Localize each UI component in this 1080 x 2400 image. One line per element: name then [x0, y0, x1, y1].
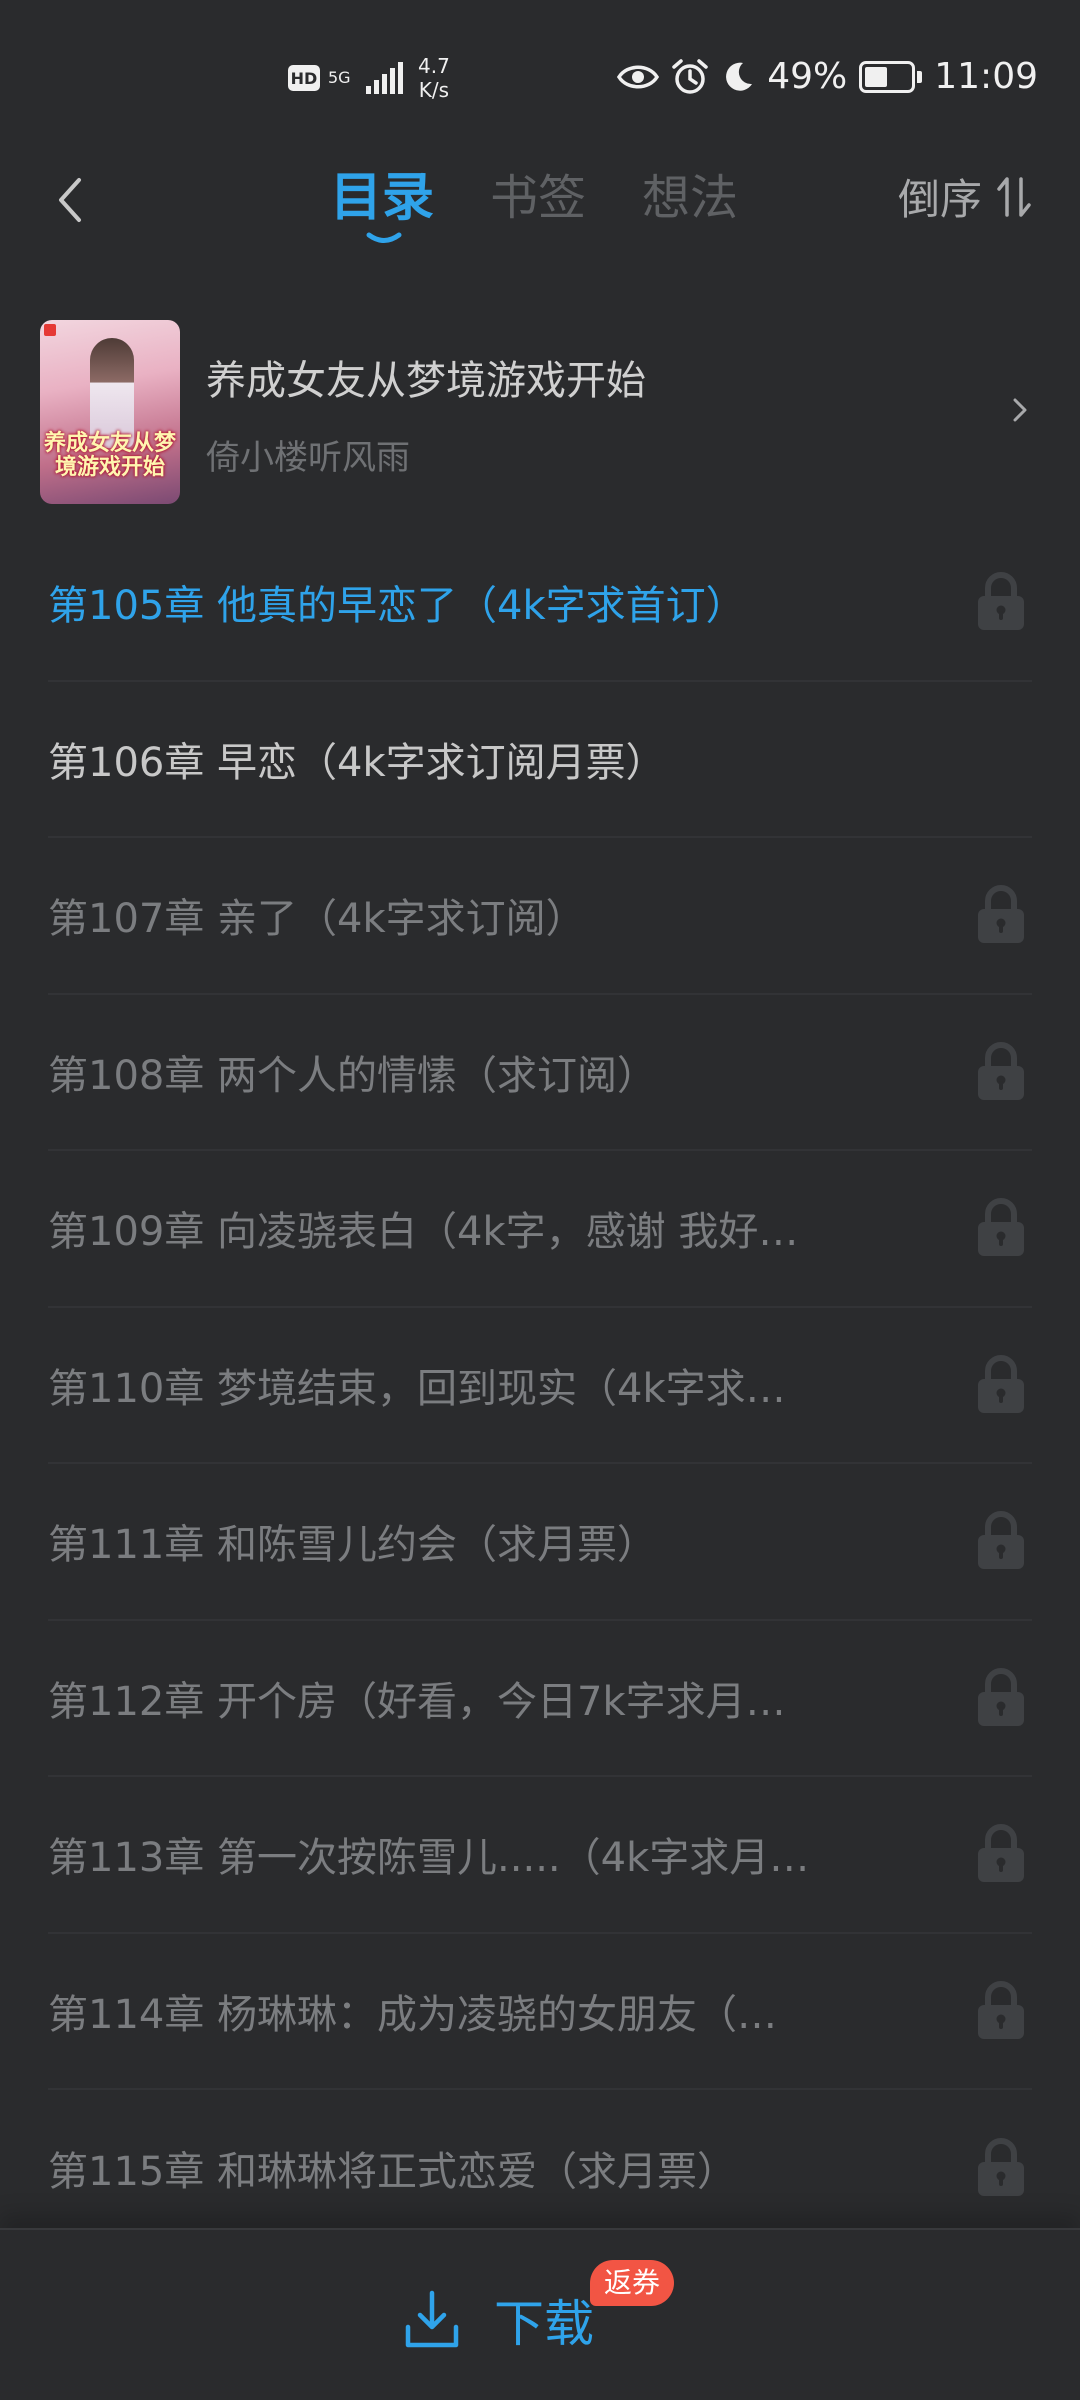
book-author: 倚小楼听风雨 — [206, 438, 410, 478]
chapter-item[interactable]: 第106章 早恋（4k字求订阅月票） — [48, 682, 1032, 838]
lock-icon — [978, 1824, 1024, 1883]
bottom-bar: 下载 返券 — [0, 2228, 1080, 2400]
chapter-item[interactable]: 第112章 开个房（好看，今日7k字求月… — [48, 1621, 1032, 1777]
network-type: 5G — [328, 70, 356, 86]
moon-icon — [726, 62, 753, 91]
book-title: 养成女友从梦境游戏开始 — [206, 358, 646, 404]
chapter-title: 第114章 杨琳琳：成为凌骁的女朋友（… — [48, 1991, 778, 2038]
back-button[interactable] — [40, 170, 100, 230]
lock-icon — [978, 2138, 1024, 2197]
tab-active-indicator — [366, 232, 402, 243]
book-cover: 养成女友从梦境游戏开始 — [40, 320, 180, 504]
battery-percent: 49% — [767, 56, 848, 97]
tab-catalog-label: 目录 — [330, 168, 435, 228]
chapter-item[interactable]: 第114章 杨琳琳：成为凌骁的女朋友（… — [48, 1934, 1032, 2090]
lock-icon — [978, 1511, 1024, 1570]
lock-icon — [978, 885, 1024, 944]
chapter-item[interactable]: 第111章 和陈雪儿约会（求月票） — [48, 1464, 1032, 1621]
chapter-title: 第107章 亲了（4k字求订阅） — [48, 896, 586, 943]
cover-title: 养成女友从梦境游戏开始 — [43, 431, 176, 480]
chapter-item[interactable]: 第113章 第一次按陈雪儿.....（4k字求月… — [48, 1777, 1032, 1934]
clock: 11:09 — [934, 56, 1038, 97]
chevron-left-icon — [59, 178, 81, 222]
sort-label: 倒序 — [897, 175, 982, 224]
sort-icon — [997, 176, 1031, 217]
reverse-order-button[interactable]: 倒序 — [898, 166, 1032, 227]
lock-icon — [978, 572, 1024, 631]
top-bar: 目录 书签 想法 倒序 — [0, 150, 1080, 250]
signal-icon — [366, 62, 403, 94]
promo-badge: 返券 — [590, 2260, 675, 2306]
battery-tip — [917, 70, 923, 83]
chapter-title: 第110章 梦境结束，回到现实（4k字求… — [48, 1365, 786, 1412]
tab-bar: 目录 书签 想法 — [330, 158, 738, 243]
chevron-right-icon — [1013, 398, 1027, 422]
chapter-title: 第106章 早恋（4k字求订阅月票） — [48, 739, 666, 786]
chapter-title: 第111章 和陈雪儿约会（求月票） — [48, 1522, 658, 1569]
tab-catalog[interactable]: 目录 — [330, 158, 435, 243]
chapter-item[interactable]: 第110章 梦境结束，回到现实（4k字求… — [48, 1308, 1032, 1464]
chapter-item[interactable]: 第115章 和琳琳将正式恋爱（求月票） — [48, 2090, 1032, 2247]
speed-unit: K/s — [418, 78, 450, 102]
lock-icon — [978, 1198, 1024, 1257]
chapter-item[interactable]: 第107章 亲了（4k字求订阅） — [48, 838, 1032, 995]
chapter-title: 第115章 和琳琳将正式恋爱（求月票） — [48, 2149, 738, 2196]
download-button[interactable]: 下载 — [404, 2284, 594, 2356]
chapter-item[interactable]: 第109章 向凌骁表白（4k字，感谢 我好… — [48, 1151, 1032, 1308]
chapter-title: 第105章 他真的早恋了（4k字求首订） — [48, 583, 746, 630]
speed-value: 4.7 — [418, 54, 450, 78]
status-bar-left: HD 5G 4.7 K/s — [288, 54, 450, 102]
battery-fill — [865, 66, 887, 87]
book-info-card[interactable]: 养成女友从梦境游戏开始 养成女友从梦境游戏开始 倚小楼听风雨 — [40, 320, 1040, 505]
lock-icon — [978, 1354, 1024, 1413]
download-label: 下载 — [494, 2295, 594, 2353]
alarm-icon — [672, 58, 708, 94]
book-detail-arrow — [1000, 390, 1040, 430]
chapter-title: 第108章 两个人的情愫（求订阅） — [48, 1052, 658, 1099]
lock-icon — [978, 1980, 1024, 2039]
tab-thoughts-label: 想法 — [642, 170, 739, 226]
network-speed: 4.7 K/s — [418, 54, 450, 102]
status-bar-right: 49% 11:09 — [617, 56, 1038, 97]
network-label: 5G — [328, 68, 351, 87]
tab-bookmarks-label: 书签 — [490, 170, 587, 226]
hd-badge: HD — [288, 65, 320, 91]
battery-icon — [859, 60, 923, 93]
battery-body — [859, 60, 916, 93]
lock-icon — [978, 1041, 1024, 1100]
chapter-item[interactable]: 第105章 他真的早恋了（4k字求首订） — [48, 525, 1032, 682]
chapter-title: 第112章 开个房（好看，今日7k字求月… — [48, 1678, 786, 1725]
eye-icon — [617, 65, 660, 88]
cover-publisher-badge — [44, 324, 56, 336]
tab-bookmarks[interactable]: 书签 — [490, 158, 586, 238]
chapter-title: 第113章 第一次按陈雪儿.....（4k字求月… — [48, 1835, 810, 1882]
lock-icon — [978, 1667, 1024, 1726]
chapter-title: 第109章 向凌骁表白（4k字，感谢 我好… — [48, 1209, 799, 1256]
chapter-list: 第105章 他真的早恋了（4k字求首订） 第106章 早恋（4k字求订阅月票） 第1… — [0, 525, 1080, 2247]
status-bar: HD 5G 4.7 K/s 49% 11:09 — [0, 0, 1080, 150]
tab-thoughts[interactable]: 想法 — [642, 158, 738, 238]
download-icon — [405, 2290, 459, 2348]
chapter-item[interactable]: 第108章 两个人的情愫（求订阅） — [48, 995, 1032, 1151]
